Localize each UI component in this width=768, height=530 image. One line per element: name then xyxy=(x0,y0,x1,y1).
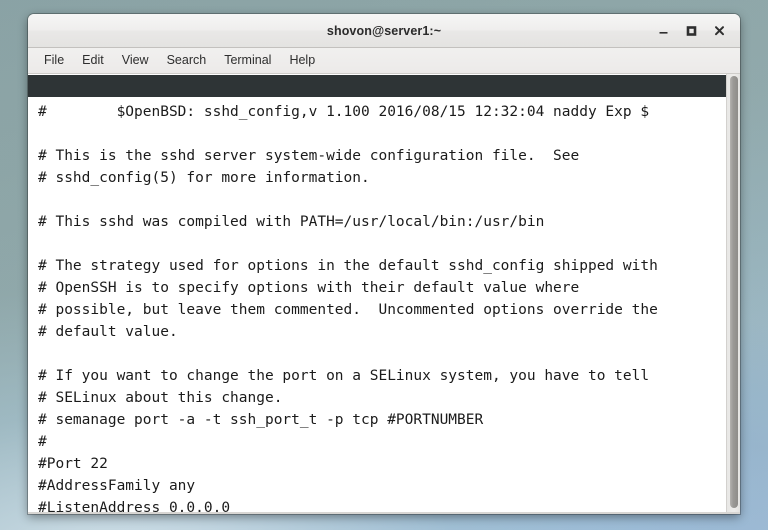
nano-text-line: #AddressFamily any xyxy=(38,478,196,494)
nano-text-line: #Port 22 xyxy=(38,456,108,472)
nano-text-line: # possible, but leave them commented. Un… xyxy=(38,302,658,318)
nano-text-line: # This sshd was compiled with PATH=/usr/… xyxy=(38,214,545,230)
terminal-scrollbar[interactable] xyxy=(726,74,740,514)
terminal-window: shovon@server1:~ File Edit View Search T… xyxy=(28,14,740,514)
menu-item-edit[interactable]: Edit xyxy=(73,52,113,69)
nano-text-line xyxy=(38,123,738,145)
nano-text-buffer[interactable]: # $OpenBSD: sshd_config,v 1.100 2016/08/… xyxy=(38,101,738,514)
window-bottom-edge xyxy=(28,512,740,514)
menu-item-terminal[interactable]: Terminal xyxy=(215,52,280,69)
window-titlebar[interactable]: shovon@server1:~ xyxy=(28,14,740,48)
nano-text-line xyxy=(38,189,738,211)
nano-text-line: # This is the sshd server system-wide co… xyxy=(38,148,580,164)
menu-item-file[interactable]: File xyxy=(35,52,73,69)
terminal-scrollbar-thumb[interactable] xyxy=(730,76,738,508)
nano-text-line xyxy=(38,233,738,255)
nano-text-line xyxy=(38,343,738,365)
nano-text-line: # The strategy used for options in the d… xyxy=(38,258,658,274)
menubar: File Edit View Search Terminal Help xyxy=(28,48,740,74)
nano-text-line: # semanage port -a -t ssh_port_t -p tcp … xyxy=(38,412,484,428)
nano-text-line: # sshd_config(5) for more information. xyxy=(38,170,370,186)
minimize-icon[interactable] xyxy=(650,18,676,44)
nano-text-line: # SELinux about this change. xyxy=(38,390,283,406)
nano-titlebar: GNU nano 2.3.1 File: /etc/ssh/sshd_confi… xyxy=(28,75,738,97)
terminal-view[interactable]: GNU nano 2.3.1 File: /etc/ssh/sshd_confi… xyxy=(28,74,740,514)
window-controls xyxy=(650,14,732,47)
menu-item-search[interactable]: Search xyxy=(158,52,216,69)
nano-editor[interactable]: GNU nano 2.3.1 File: /etc/ssh/sshd_confi… xyxy=(28,74,738,514)
nano-text-line: # xyxy=(38,434,47,450)
desktop-background: shovon@server1:~ File Edit View Search T… xyxy=(0,0,768,530)
nano-text-line: # OpenSSH is to specify options with the… xyxy=(38,280,580,296)
window-title: shovon@server1:~ xyxy=(326,23,442,38)
menu-item-view[interactable]: View xyxy=(113,52,158,69)
menu-item-help[interactable]: Help xyxy=(280,52,324,69)
maximize-icon[interactable] xyxy=(678,18,704,44)
close-icon[interactable] xyxy=(706,18,732,44)
nano-text-line: # default value. xyxy=(38,324,178,340)
nano-text-line: # If you want to change the port on a SE… xyxy=(38,368,650,384)
nano-text-line: # $OpenBSD: sshd_config,v 1.100 2016/08/… xyxy=(38,104,650,120)
